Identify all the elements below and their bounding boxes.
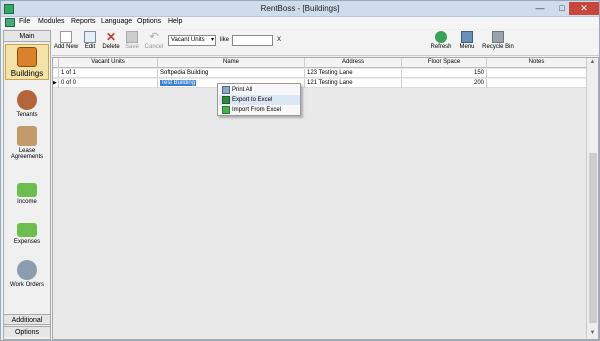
table-row[interactable]: 1 of 1 Softpedia Building 123 Testing La… — [53, 69, 586, 78]
scroll-up-icon[interactable]: ▲ — [587, 59, 598, 65]
excel-import-icon — [222, 106, 230, 114]
edit-icon — [84, 31, 96, 43]
add-new-button[interactable]: Add New — [53, 31, 79, 50]
app-window: RentBoss - [Buildings] — □ ✕ File Module… — [0, 0, 600, 341]
column-header-vacant-units[interactable]: Vacant Units — [59, 58, 158, 68]
menu-icon — [461, 31, 473, 43]
buildings-grid: Vacant Units Name Address Floor Space No… — [52, 57, 599, 340]
recycle-bin-button[interactable]: Recycle Bin — [480, 31, 516, 50]
menu-reports[interactable]: Reports — [71, 18, 96, 25]
edit-button[interactable]: Edit — [82, 31, 98, 50]
buildings-icon — [17, 47, 37, 67]
refresh-button[interactable]: Refresh — [429, 31, 453, 50]
close-button[interactable]: ✕ — [569, 2, 599, 15]
vertical-scrollbar[interactable]: ▲ ▼ — [586, 58, 598, 339]
cancel-button[interactable]: ↶ Cancel — [143, 31, 165, 50]
menu-app-icon[interactable] — [5, 18, 15, 27]
sidebar-item-buildings[interactable]: Buildings — [5, 44, 49, 80]
sidebar-options-header[interactable]: Options — [4, 326, 50, 337]
context-print-all[interactable]: Print All — [219, 85, 300, 95]
cell-address[interactable]: 123 Testing Lane — [305, 69, 402, 78]
column-header-floor-space[interactable]: Floor Space — [402, 58, 487, 68]
undo-icon: ↶ — [149, 31, 159, 43]
chevron-down-icon: ▾ — [210, 37, 214, 43]
column-header-name[interactable]: Name — [158, 58, 305, 68]
menu-help[interactable]: Help — [168, 18, 182, 25]
sidebar-item-label: Tenants — [16, 112, 38, 118]
cell-notes[interactable] — [487, 69, 586, 78]
sidebar-main-header[interactable]: Main — [4, 31, 50, 42]
context-export-to-excel[interactable]: Export to Excel — [219, 95, 300, 105]
cell-name[interactable]: Softpedia Building — [158, 69, 305, 78]
sidebar-item-label: Expenses — [13, 239, 41, 245]
tenants-icon — [17, 90, 37, 110]
sidebar-item-label: Income — [17, 199, 37, 205]
menu-options[interactable]: Options — [137, 18, 161, 25]
sidebar-additional-header[interactable]: Additional — [4, 314, 50, 325]
cell-floor-space[interactable]: 150 — [402, 69, 487, 78]
title-bar: RentBoss - [Buildings] — □ ✕ — [1, 1, 599, 17]
lease-icon — [17, 126, 37, 146]
cell-address[interactable]: 121 Testing Lane — [305, 79, 402, 88]
table-row[interactable]: ▶ 0 of 0 Test Building 121 Testing Lane … — [53, 79, 586, 88]
wrench-icon — [17, 260, 37, 280]
sidebar-item-income[interactable]: Income — [6, 180, 48, 212]
column-header-address[interactable]: Address — [305, 58, 402, 68]
sidebar-item-tenants[interactable]: Tenants — [6, 90, 48, 120]
filter-operator-label: like — [220, 37, 230, 43]
income-icon — [17, 183, 37, 197]
column-header-notes[interactable]: Notes — [487, 58, 586, 68]
cell-notes[interactable] — [487, 79, 586, 88]
filter-field-select[interactable]: Vacant Units ▾ — [168, 35, 216, 46]
context-import-from-excel[interactable]: Import From Excel — [219, 105, 300, 115]
cell-vacant-units[interactable]: 1 of 1 — [59, 69, 158, 78]
printer-icon — [222, 86, 230, 94]
cell-vacant-units[interactable]: 0 of 0 — [59, 79, 158, 88]
save-button[interactable]: Save — [124, 31, 140, 50]
sidebar-item-lease-agreements[interactable]: Lease Agreements — [6, 126, 48, 166]
sidebar-item-label: Lease Agreements — [10, 148, 44, 160]
menu-file[interactable]: File — [19, 18, 30, 25]
scroll-down-icon[interactable]: ▼ — [587, 330, 598, 336]
menu-bar: File Modules Reports Language Options He… — [1, 17, 599, 29]
context-menu: Print All Export to Excel Import From Ex… — [217, 83, 301, 116]
filter-value-input[interactable] — [232, 35, 273, 46]
new-document-icon — [60, 31, 72, 43]
delete-button[interactable]: ✕ Delete — [100, 31, 122, 50]
scrollbar-thumb[interactable] — [589, 153, 597, 323]
delete-x-icon: ✕ — [105, 30, 117, 44]
clear-filter-button[interactable]: X — [277, 37, 281, 43]
menu-button[interactable]: Menu — [456, 31, 478, 50]
minimize-button[interactable]: — — [529, 2, 551, 15]
sidebar: Main Buildings Tenants Lease Agreements … — [3, 30, 51, 340]
sidebar-item-label: Work Orders — [10, 282, 44, 288]
sidebar-item-label: Buildings — [10, 69, 44, 78]
menu-modules[interactable]: Modules — [38, 18, 64, 25]
grid-header: Vacant Units Name Address Floor Space No… — [53, 58, 586, 68]
excel-export-icon — [222, 96, 230, 104]
expenses-icon — [17, 223, 37, 237]
sidebar-item-work-orders[interactable]: Work Orders — [6, 260, 48, 292]
menu-language[interactable]: Language — [101, 18, 132, 25]
toolbar: Add New Edit ✕ Delete Save ↶ Cancel Vaca… — [52, 30, 599, 56]
recycle-bin-icon — [492, 31, 504, 43]
sidebar-item-expenses[interactable]: Expenses — [6, 220, 48, 252]
save-icon — [126, 31, 138, 43]
refresh-icon — [435, 31, 447, 43]
selected-cell-text: Test Building — [160, 80, 197, 86]
cell-floor-space[interactable]: 200 — [402, 79, 487, 88]
window-title: RentBoss - [Buildings] — [260, 4, 340, 13]
